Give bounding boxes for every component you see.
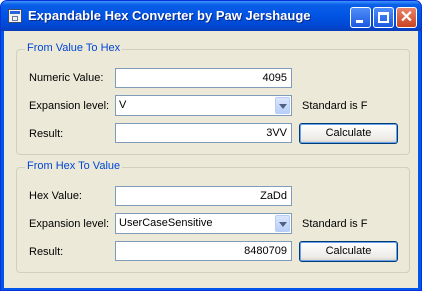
hex-to-value-group: From Hex To Value Hex Value: ZaDd Expans… bbox=[16, 160, 410, 273]
numeric-value-label: Numeric Value: bbox=[29, 72, 104, 84]
expansion-level-value: UserCaseSensitive bbox=[119, 217, 213, 229]
chevron-down-icon[interactable] bbox=[275, 215, 290, 232]
result-label: Result: bbox=[29, 128, 64, 140]
app-window: Expandable Hex Converter by Paw Jershaug… bbox=[0, 0, 422, 291]
minimize-icon bbox=[356, 20, 363, 23]
value-to-hex-group: From Value To Hex Numeric Value: 4095 Ex… bbox=[16, 42, 410, 155]
calculate-button[interactable]: Calculate bbox=[299, 241, 398, 262]
expansion-level-value: V bbox=[119, 99, 127, 111]
hex-value-input[interactable]: ZaDd bbox=[115, 186, 292, 206]
maximize-button[interactable] bbox=[373, 7, 394, 28]
value-to-hex-legend: From Value To Hex bbox=[25, 42, 123, 54]
result-field[interactable]: 3VV bbox=[115, 123, 292, 143]
calculate-button[interactable]: Calculate bbox=[299, 123, 398, 144]
result-field[interactable]: 8480709 bbox=[115, 241, 292, 261]
expansion-level-label: Expansion level: bbox=[29, 218, 110, 230]
hex-to-value-legend: From Hex To Value bbox=[25, 160, 123, 172]
client-area: From Value To Hex Numeric Value: 4095 Ex… bbox=[4, 31, 418, 288]
window-title: Expandable Hex Converter by Paw Jershaug… bbox=[28, 8, 311, 23]
close-button[interactable]: ✕ bbox=[396, 7, 417, 28]
maximize-icon bbox=[378, 12, 389, 23]
expansion-level-label: Expansion level: bbox=[29, 100, 110, 112]
result-label: Result: bbox=[29, 246, 64, 258]
title-bar[interactable]: Expandable Hex Converter by Paw Jershaug… bbox=[1, 1, 421, 31]
chevron-down-icon[interactable] bbox=[275, 97, 290, 114]
expansion-hint: Standard is F bbox=[302, 218, 368, 230]
expansion-level-select[interactable]: V bbox=[115, 95, 292, 116]
form-icon[interactable] bbox=[8, 9, 22, 23]
hex-value-label: Hex Value: bbox=[29, 190, 82, 202]
numeric-value-input[interactable]: 4095 bbox=[115, 68, 292, 88]
expansion-level-select[interactable]: UserCaseSensitive bbox=[115, 213, 292, 234]
minimize-button[interactable] bbox=[350, 7, 371, 28]
expansion-hint: Standard is F bbox=[302, 100, 368, 112]
close-icon: ✕ bbox=[399, 9, 414, 26]
